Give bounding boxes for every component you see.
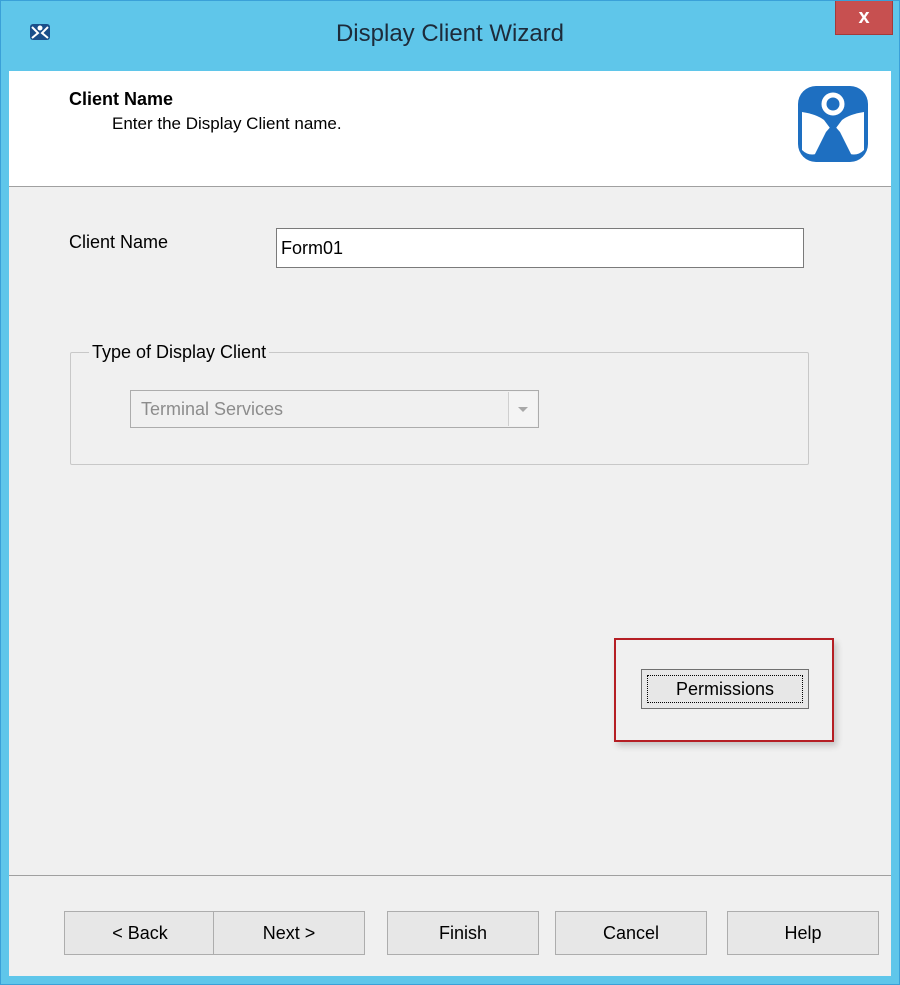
page-title: Client Name xyxy=(69,89,174,109)
client-type-dropdown[interactable]: Terminal Services xyxy=(130,390,539,428)
back-button[interactable]: < Back xyxy=(64,911,216,955)
thinmanager-logo-icon xyxy=(796,84,870,164)
client-name-input[interactable]: Form01 xyxy=(276,228,804,268)
close-icon: x xyxy=(858,6,870,28)
page-subtitle: Enter the Display Client name. xyxy=(112,114,342,133)
permissions-label: Permissions xyxy=(675,679,775,699)
wizard-window: Display Client Wizard x Client Name Ente… xyxy=(0,0,900,985)
wizard-body: Client Name Enter the Display Client nam… xyxy=(9,71,891,976)
chevron-down-icon[interactable] xyxy=(508,392,537,426)
next-button[interactable]: Next > xyxy=(213,911,365,955)
group-label: Type of Display Client xyxy=(89,342,270,363)
cancel-button[interactable]: Cancel xyxy=(555,911,707,955)
wizard-header: Client Name Enter the Display Client nam… xyxy=(9,71,891,187)
permissions-button[interactable]: Permissions xyxy=(641,669,809,709)
window-title: Display Client Wizard xyxy=(335,20,565,47)
close-button[interactable]: x xyxy=(835,1,893,35)
title-bar[interactable]: Display Client Wizard x xyxy=(1,1,899,71)
client-type-value: Terminal Services xyxy=(141,399,284,419)
finish-button[interactable]: Finish xyxy=(387,911,539,955)
client-name-label: Client Name xyxy=(69,232,169,252)
help-button[interactable]: Help xyxy=(727,911,879,955)
footer-divider xyxy=(9,875,891,876)
